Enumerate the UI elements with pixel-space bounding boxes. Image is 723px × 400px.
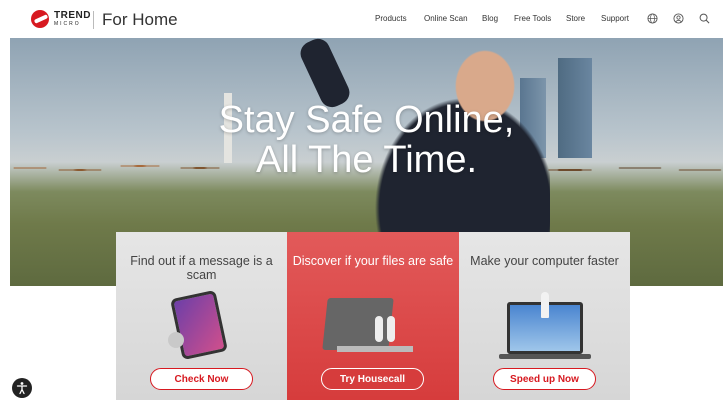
- figurines-image: [375, 316, 397, 344]
- nav-item-store[interactable]: Store: [566, 14, 585, 23]
- shield-image: [168, 332, 184, 348]
- nav-item-support[interactable]: Support: [601, 14, 629, 23]
- site-header: TREND MICRO For Home Products Online Sca…: [0, 0, 723, 38]
- logo-divider: [93, 11, 94, 29]
- nav-item-blog[interactable]: Blog: [482, 14, 498, 23]
- card-title: Make your computer faster: [470, 254, 619, 268]
- phone-image: [170, 289, 228, 361]
- trend-micro-logo[interactable]: TREND MICRO: [31, 10, 91, 28]
- card-speed-up: Make your computer faster Speed up Now: [459, 232, 630, 400]
- accessibility-figure-icon: [16, 382, 28, 395]
- laptop-base-image: [337, 346, 413, 352]
- hero-headline-line2: All The Time.: [255, 139, 478, 181]
- feature-cards: Find out if a message is a scam Check No…: [116, 232, 630, 400]
- laptop-base-image: [499, 354, 591, 359]
- rocket-image: [541, 292, 549, 318]
- section-title[interactable]: For Home: [102, 10, 178, 30]
- card-title: Find out if a message is a scam: [130, 254, 273, 282]
- search-icon[interactable]: [699, 13, 710, 24]
- logo-name-bottom: MICRO: [54, 21, 81, 27]
- accessibility-icon[interactable]: [12, 378, 32, 398]
- hero-headline-line1: Stay Safe Online,: [218, 99, 515, 141]
- logo-name-top: TREND: [54, 10, 91, 21]
- nav-item-online-scan[interactable]: Online Scan: [424, 14, 468, 23]
- logo-ball-icon: [31, 10, 49, 28]
- globe-icon[interactable]: [647, 13, 658, 24]
- card-housecall: Discover if your files are safe Try Hous…: [287, 232, 459, 400]
- try-housecall-button[interactable]: Try Housecall: [321, 368, 424, 390]
- account-icon[interactable]: [673, 13, 684, 24]
- card-scam-check: Find out if a message is a scam Check No…: [116, 232, 287, 400]
- check-now-button[interactable]: Check Now: [150, 368, 253, 390]
- nav-item-products[interactable]: Products: [375, 14, 407, 23]
- nav-item-free-tools[interactable]: Free Tools: [514, 14, 551, 23]
- card-title: Discover if your files are safe: [292, 254, 454, 268]
- speed-up-now-button[interactable]: Speed up Now: [493, 368, 596, 390]
